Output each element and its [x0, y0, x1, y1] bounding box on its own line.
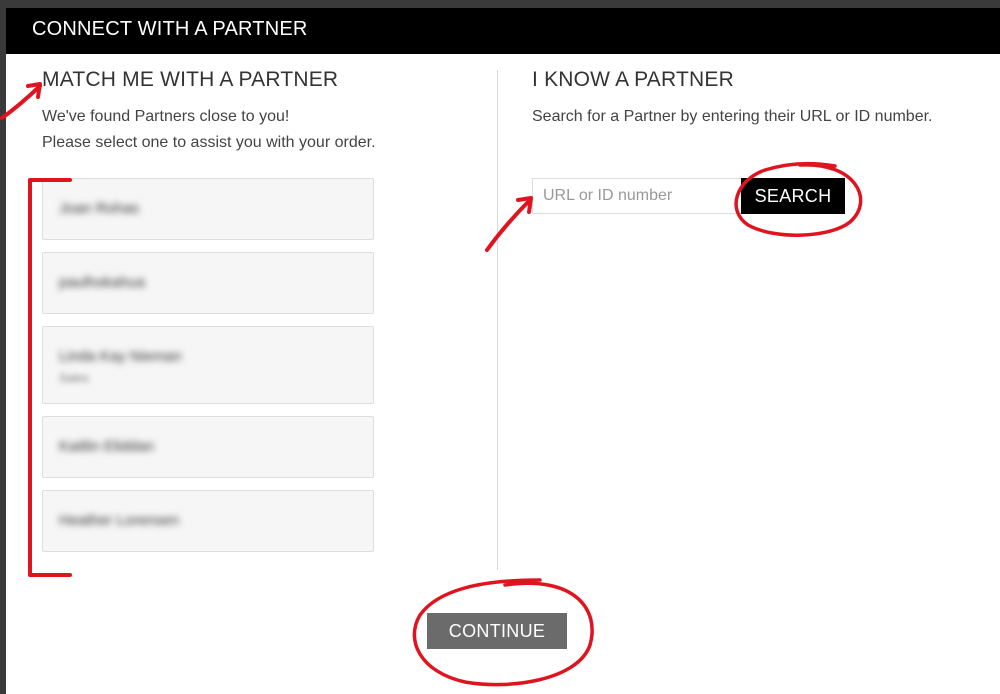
partner-name: Linda Kay Nieman: [59, 348, 182, 365]
match-description: We've found Partners close to you! Pleas…: [42, 104, 462, 156]
match-section: MATCH ME WITH A PARTNER We've found Part…: [42, 68, 462, 156]
partner-list: Joan Rohas paulhokahua Linda Kay Nieman …: [42, 178, 374, 564]
partner-card[interactable]: Linda Kay Nieman Sales: [42, 326, 374, 404]
partner-card[interactable]: Kaitlin Eliddan: [42, 416, 374, 478]
know-heading: I KNOW A PARTNER: [532, 68, 734, 91]
partner-name: Kaitlin Eliddan: [59, 438, 155, 455]
partner-card[interactable]: Joan Rohas: [42, 178, 374, 240]
modal-header: CONNECT WITH A PARTNER: [6, 8, 1000, 54]
partner-search-input[interactable]: [532, 178, 742, 214]
search-button[interactable]: SEARCH: [741, 178, 845, 214]
partner-name: Joan Rohas: [59, 200, 140, 217]
modal-title: CONNECT WITH A PARTNER: [32, 18, 308, 40]
match-line-2: Please select one to assist you with you…: [42, 134, 376, 151]
match-line-1: We've found Partners close to you!: [42, 108, 290, 125]
partner-subtitle: Sales: [59, 371, 90, 385]
know-section: I KNOW A PARTNER Search for a Partner by…: [532, 68, 972, 130]
continue-button[interactable]: CONTINUE: [427, 613, 567, 649]
partner-card[interactable]: paulhokahua: [42, 252, 374, 314]
partner-name: paulhokahua: [59, 274, 145, 291]
know-description: Search for a Partner by entering their U…: [532, 108, 933, 125]
partner-card[interactable]: Heather Lorensen: [42, 490, 374, 552]
column-divider: [497, 70, 498, 570]
partner-name: Heather Lorensen: [59, 512, 180, 529]
match-heading: MATCH ME WITH A PARTNER: [42, 68, 339, 91]
